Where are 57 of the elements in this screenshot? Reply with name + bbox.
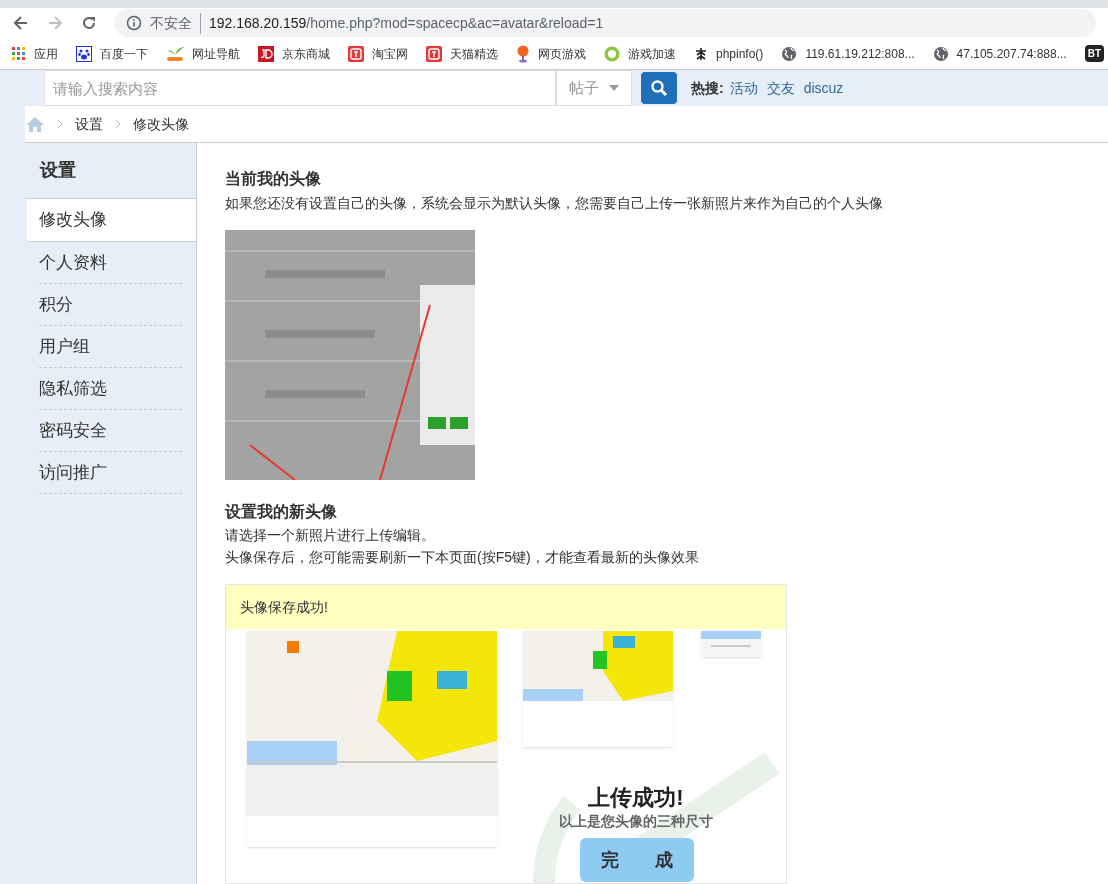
globe-icon <box>932 45 949 62</box>
bookmark-link[interactable]: phpinfo() <box>694 44 764 63</box>
caret-icon <box>609 85 619 91</box>
bookmark-link[interactable]: 百度一下 <box>76 44 148 63</box>
search-field[interactable]: 请输入搜索内容 <box>44 70 556 106</box>
pin-icon <box>516 44 530 63</box>
hot-search-label: 热搜: <box>691 78 724 98</box>
bookmark-link[interactable]: BT <box>1084 45 1105 62</box>
hot-search-link[interactable]: 交友 <box>766 77 795 99</box>
sidebar-item[interactable]: 访问推广 <box>39 452 182 494</box>
address-bar[interactable]: 不安全 192.168.20.159/home.php?mod=spacecp&ac=avatar&reload=1 <box>114 9 1096 37</box>
info-icon <box>126 15 142 31</box>
globe-icon <box>781 45 798 62</box>
sidebar-item[interactable]: 积分 <box>39 284 182 326</box>
search-button[interactable] <box>641 72 677 104</box>
instruction-text: 请选择一个新照片进行上传编辑。 <box>225 526 436 545</box>
url-text: 192.168.20.159/home.php?mod=spacecp&ac=avatar&reload=1 <box>209 13 604 33</box>
glyph-icon <box>694 46 708 61</box>
search-icon <box>650 79 668 97</box>
sidebar-item[interactable]: 密码安全 <box>39 410 182 452</box>
breadcrumb-link[interactable]: 设置 <box>75 113 103 135</box>
bookmark-link[interactable]: 47.105.207.74:888... <box>932 44 1067 63</box>
chevron-icon <box>57 119 63 129</box>
bookmark-link[interactable]: 京东商城 <box>258 44 330 63</box>
bookmark-link[interactable]: 淘宝网 <box>348 44 408 63</box>
breadcrumb-link[interactable]: 修改头像 <box>133 113 189 135</box>
sidebar-item[interactable]: 隐私筛选 <box>39 368 182 410</box>
success-title: 上传成功! <box>587 784 685 812</box>
store-icon <box>258 45 274 62</box>
bookmark-link[interactable]: 应用 <box>12 44 58 63</box>
paw-icon <box>76 45 92 62</box>
chevron-icon <box>115 119 121 129</box>
bookmark-link[interactable]: 119.61.19.212:808... <box>781 44 915 63</box>
done-button[interactable]: 完 成 <box>580 838 694 882</box>
sidebar-item[interactable]: 修改头像 <box>27 199 196 241</box>
ball-icon <box>604 45 620 62</box>
sidebar-item[interactable]: 用户组 <box>39 326 182 368</box>
store-icon <box>348 45 364 62</box>
instruction-text: 头像保存后，您可能需要刷新一下本页面(按F5键)，才能查看最新的头像效果 <box>225 548 700 567</box>
security-label: 不安全 <box>150 12 201 34</box>
section-title: 设置我的新头像 <box>225 502 338 522</box>
sidebar-item[interactable]: 个人资料 <box>39 242 182 284</box>
notice-bar: 头像保存成功! <box>226 585 786 629</box>
hot-search-link[interactable]: 活动 <box>729 77 758 99</box>
bookmark-link[interactable]: 游戏加速 <box>604 44 676 63</box>
success-subtitle: 以上是您头像的三种尺寸 <box>558 812 714 831</box>
bookmark-link[interactable]: 网页游戏 <box>516 44 586 63</box>
leaf-icon <box>166 45 184 62</box>
apps-icon <box>12 46 26 61</box>
back-icon[interactable] <box>12 14 30 32</box>
section-text: 如果您还没有设置自己的头像，系统会显示为默认头像，您需要自己上传一张新照片来作为自己的个人头像 <box>225 194 884 213</box>
bookmark-link[interactable]: 天猫精选 <box>426 44 498 63</box>
section-title: 当前我的头像 <box>225 169 322 189</box>
reload-icon[interactable] <box>80 14 98 32</box>
bookmark-link[interactable]: 网址导航 <box>166 44 240 63</box>
hot-search-link[interactable]: discuz <box>803 77 844 99</box>
store-icon <box>426 45 442 62</box>
